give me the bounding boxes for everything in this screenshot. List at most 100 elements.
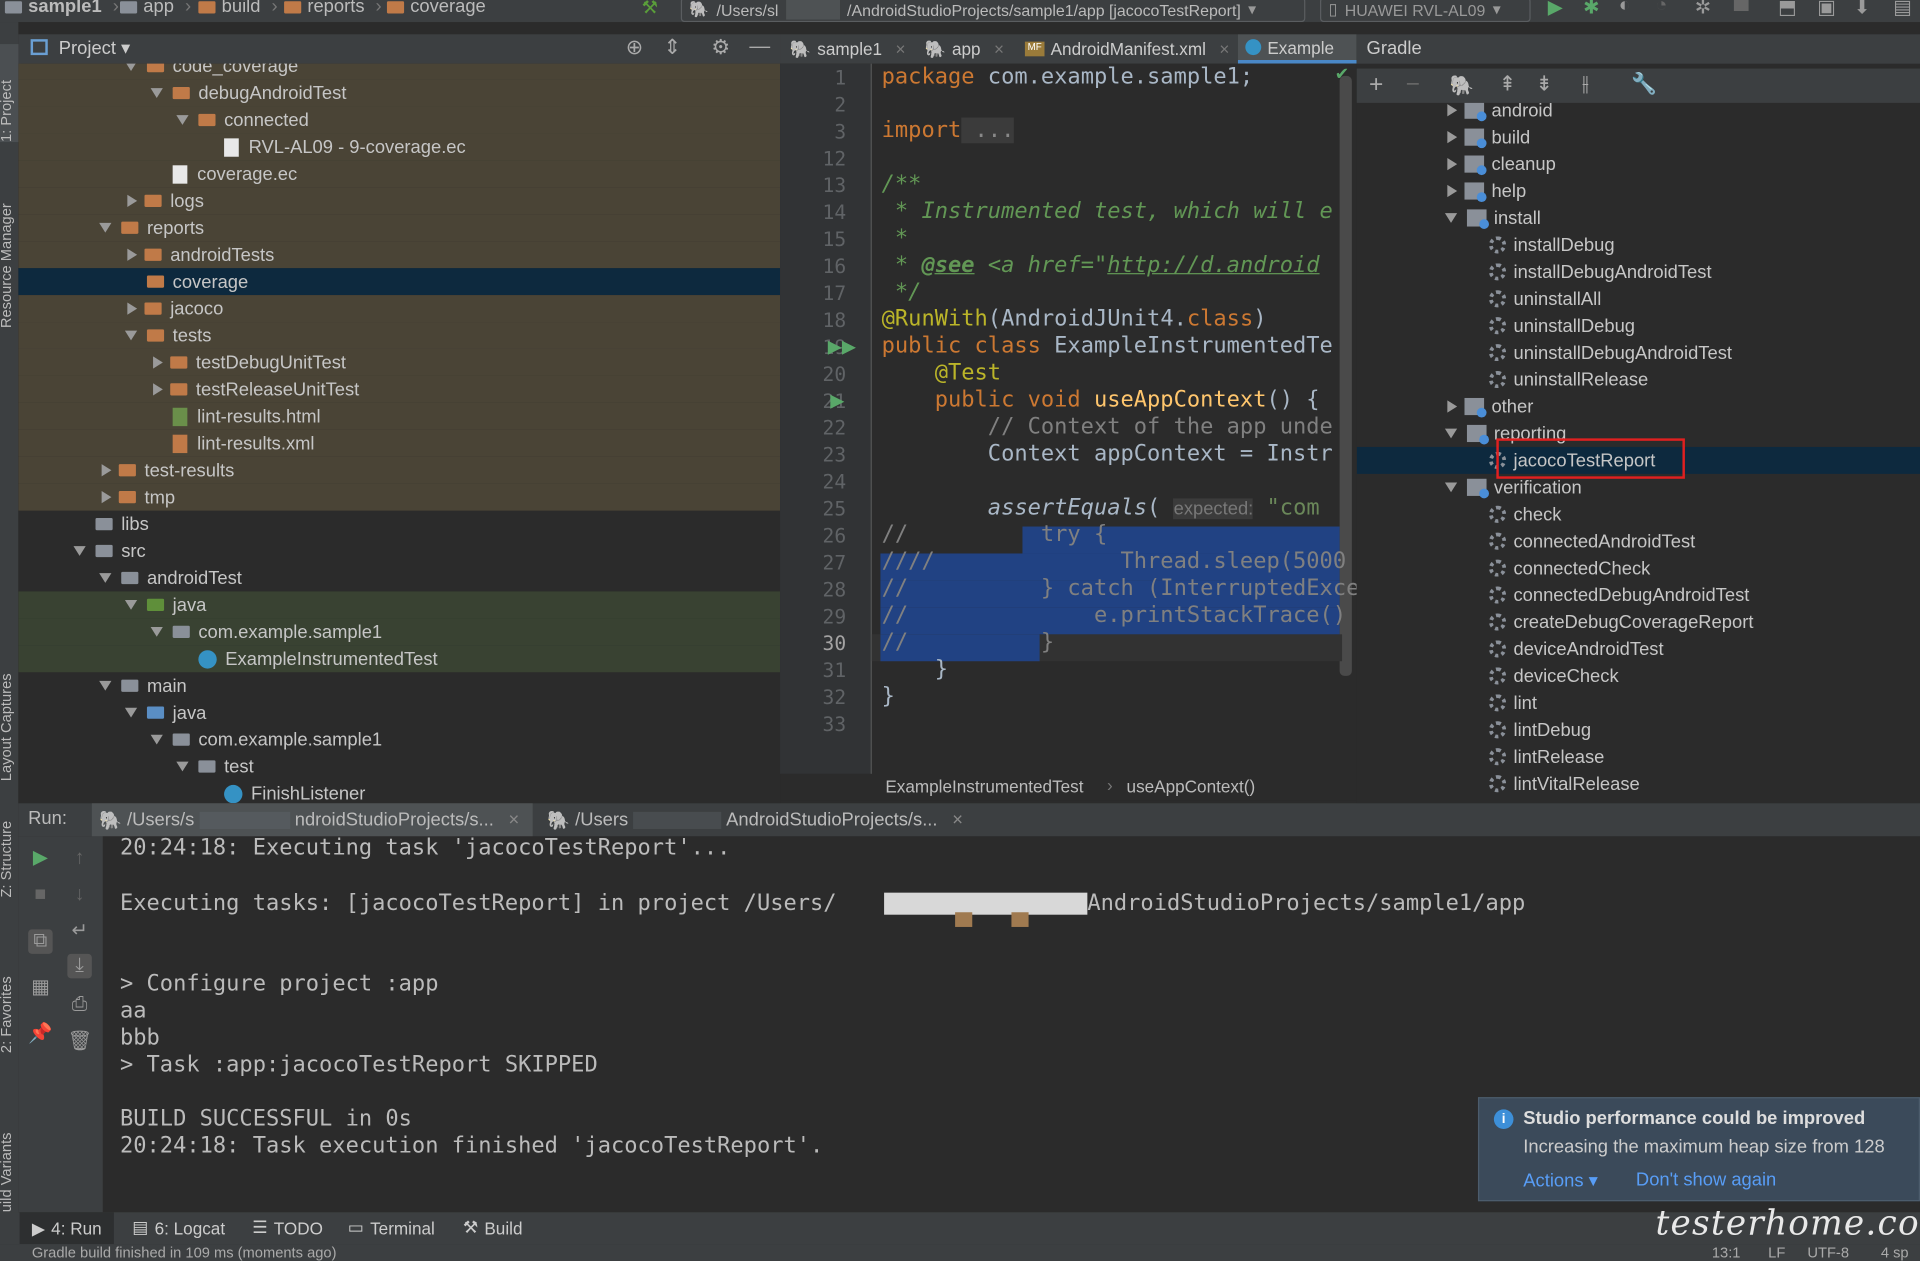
run-icon[interactable]: ▶ bbox=[1548, 0, 1563, 20]
gradle-task[interactable]: deviceCheck bbox=[1357, 662, 1920, 689]
console-line: bbb bbox=[120, 1024, 160, 1051]
gradle-task[interactable]: uninstallRelease bbox=[1357, 366, 1920, 393]
chevron-right-icon[interactable] bbox=[1447, 157, 1458, 171]
task-group-icon bbox=[1464, 397, 1487, 418]
gradle-task[interactable]: lintDebug bbox=[1357, 716, 1920, 743]
gear-icon bbox=[1488, 748, 1507, 766]
breadcrumb-method[interactable]: useAppContext() bbox=[1127, 776, 1256, 796]
console-line: > Configure project :app bbox=[120, 971, 439, 997]
gear-icon bbox=[1488, 559, 1507, 577]
down-arrow-icon[interactable]: ↓ bbox=[67, 883, 91, 907]
chevron-right-icon[interactable] bbox=[1447, 131, 1458, 144]
gradle-item-label: cleanup bbox=[1491, 153, 1556, 175]
breadcrumb-class[interactable]: ExampleInstrumentedTest bbox=[885, 776, 1083, 796]
chevron-right-icon[interactable] bbox=[1447, 400, 1458, 413]
code-line-14: * Instrumented test, which will e bbox=[881, 198, 1333, 225]
tree-item[interactable]: FinishListener bbox=[18, 780, 780, 803]
gradle-task[interactable]: lintVitalRelease bbox=[1357, 770, 1920, 797]
remove-icon[interactable]: − bbox=[1406, 71, 1420, 99]
gradle-task[interactable]: createDebugCoverageReport bbox=[1357, 609, 1920, 636]
line-separator[interactable]: LF bbox=[1768, 1244, 1785, 1261]
gradle-task[interactable]: uninstallDebug bbox=[1357, 312, 1920, 339]
gradle-item-label: connectedDebugAndroidTest bbox=[1513, 584, 1750, 606]
wrench-icon[interactable]: 🔧 bbox=[1631, 72, 1657, 96]
gradle-task-group[interactable]: cleanup bbox=[1357, 151, 1920, 178]
task-group-icon bbox=[1466, 209, 1489, 229]
rerun-icon[interactable]: ▶ bbox=[28, 846, 52, 870]
gradle-task[interactable]: lintRelease bbox=[1357, 743, 1920, 770]
gradle-task-group[interactable]: android bbox=[1357, 102, 1920, 124]
actions-link[interactable]: Actions ▾ bbox=[1523, 1169, 1598, 1192]
gradle-task[interactable]: connectedDebugAndroidTest bbox=[1357, 582, 1920, 609]
profile-icon[interactable]: ◔ bbox=[1656, 0, 1668, 17]
toggle-offline-icon[interactable]: ⫲ bbox=[1582, 72, 1589, 96]
gradle-task[interactable]: uninstallDebugAndroidTest bbox=[1357, 339, 1920, 366]
run-tab-2[interactable]: 🐘/Users AndroidStudioProjects/s... × bbox=[547, 803, 988, 836]
gradle-task[interactable]: deviceAndroidTest bbox=[1357, 636, 1920, 663]
restore-layout-icon[interactable]: ⧉ bbox=[28, 929, 53, 954]
code-line-21: public void useAppContext() { bbox=[881, 386, 1320, 413]
tab-build[interactable]: ⚒ Build bbox=[463, 1217, 523, 1238]
gear-icon bbox=[1488, 317, 1507, 335]
gradle-item-label: createDebugCoverageReport bbox=[1513, 611, 1754, 633]
gear-icon bbox=[1488, 344, 1507, 362]
gradle-item-label: uninstallRelease bbox=[1513, 369, 1649, 391]
layout-icon[interactable]: ▦ bbox=[28, 976, 52, 1000]
execute-task-icon[interactable]: 🐘 bbox=[1450, 73, 1474, 97]
layout-inspector-icon[interactable]: ▤ bbox=[1893, 0, 1912, 20]
up-arrow-icon[interactable]: ↑ bbox=[67, 846, 91, 870]
code-line-28: // } catch (InterruptedExce bbox=[881, 575, 1357, 602]
tab-run[interactable]: ▶ 4: Run bbox=[19, 1212, 114, 1245]
gradle-task[interactable]: connectedCheck bbox=[1357, 555, 1920, 582]
chevron-right-icon[interactable] bbox=[1447, 104, 1458, 117]
gradle-panel-header: Gradle bbox=[1356, 34, 1920, 64]
dont-show-again-link[interactable]: Don't show again bbox=[1636, 1169, 1776, 1190]
pin-icon[interactable]: 📌 bbox=[28, 1022, 52, 1046]
code-line-13: /** bbox=[881, 171, 922, 198]
caret-position[interactable]: 13:1 bbox=[1712, 1244, 1741, 1261]
attach-debugger-icon[interactable]: ✲ bbox=[1695, 0, 1711, 20]
expand-all-icon[interactable]: ⇞ bbox=[1499, 72, 1516, 96]
gradle-task[interactable]: uninstallAll bbox=[1357, 285, 1920, 312]
scroll-to-end-icon[interactable]: ⤓ bbox=[67, 953, 92, 979]
debug-icon[interactable]: ✱ bbox=[1583, 0, 1599, 20]
code-line-25: assertEquals( expected: "com bbox=[881, 494, 1320, 521]
editor-breadcrumb: ExampleInstrumentedTest › useAppContext(… bbox=[780, 773, 1357, 801]
gradle-task-group[interactable]: build bbox=[1357, 124, 1920, 151]
indent-setting[interactable]: 4 sp bbox=[1881, 1244, 1909, 1261]
run-tab-1[interactable]: 🐘/Users/s ndroidStudioProjects/s... × bbox=[91, 803, 533, 837]
avd-manager-icon[interactable]: ▣ bbox=[1817, 0, 1836, 20]
close-icon[interactable]: × bbox=[509, 809, 520, 830]
gradle-task-group[interactable]: install bbox=[1357, 204, 1920, 231]
gradle-task[interactable]: connectedAndroidTest bbox=[1357, 528, 1920, 555]
close-icon[interactable]: × bbox=[952, 809, 963, 830]
gradle-item-label: uninstallDebug bbox=[1513, 315, 1636, 337]
chevron-down-icon[interactable] bbox=[1444, 482, 1458, 493]
soft-wrap-icon[interactable]: ↵ bbox=[67, 920, 91, 944]
gradle-task[interactable]: check bbox=[1357, 501, 1920, 528]
tab-todo[interactable]: ☰ TODO bbox=[252, 1217, 323, 1238]
chevron-right-icon[interactable] bbox=[1447, 184, 1458, 198]
chevron-down-icon[interactable] bbox=[1444, 428, 1458, 439]
file-encoding[interactable]: UTF-8 bbox=[1807, 1244, 1849, 1261]
add-icon[interactable]: + bbox=[1369, 71, 1383, 99]
gradle-item-label: connectedCheck bbox=[1513, 557, 1651, 579]
chevron-down-icon[interactable] bbox=[1444, 213, 1458, 223]
gradle-task[interactable]: installDebugAndroidTest bbox=[1357, 258, 1920, 285]
console-line: > Task :app:jacocoTestReport SKIPPED bbox=[120, 1051, 598, 1078]
task-group-icon bbox=[1464, 155, 1487, 176]
gradle-task-group[interactable]: help bbox=[1357, 178, 1920, 205]
stop-icon[interactable]: ■ bbox=[28, 883, 52, 907]
tab-logcat[interactable]: ▤ 6: Logcat bbox=[132, 1217, 225, 1238]
tab-terminal[interactable]: ▭ Terminal bbox=[348, 1217, 435, 1238]
collapse-all-icon[interactable]: ⇟ bbox=[1536, 72, 1553, 96]
sync-icon[interactable]: ⬒ bbox=[1778, 0, 1797, 20]
trash-icon[interactable]: 🗑 bbox=[67, 1030, 92, 1054]
stop-icon[interactable] bbox=[1733, 0, 1749, 12]
sdk-manager-icon[interactable]: ⬇ bbox=[1854, 0, 1870, 20]
coverage-icon[interactable]: ◐ bbox=[1619, 0, 1631, 17]
gradle-task-group[interactable]: other bbox=[1357, 393, 1920, 420]
gradle-task[interactable]: lint bbox=[1357, 689, 1920, 716]
print-icon[interactable]: ⎙ bbox=[67, 993, 91, 1017]
gradle-task[interactable]: installDebug bbox=[1357, 231, 1920, 258]
